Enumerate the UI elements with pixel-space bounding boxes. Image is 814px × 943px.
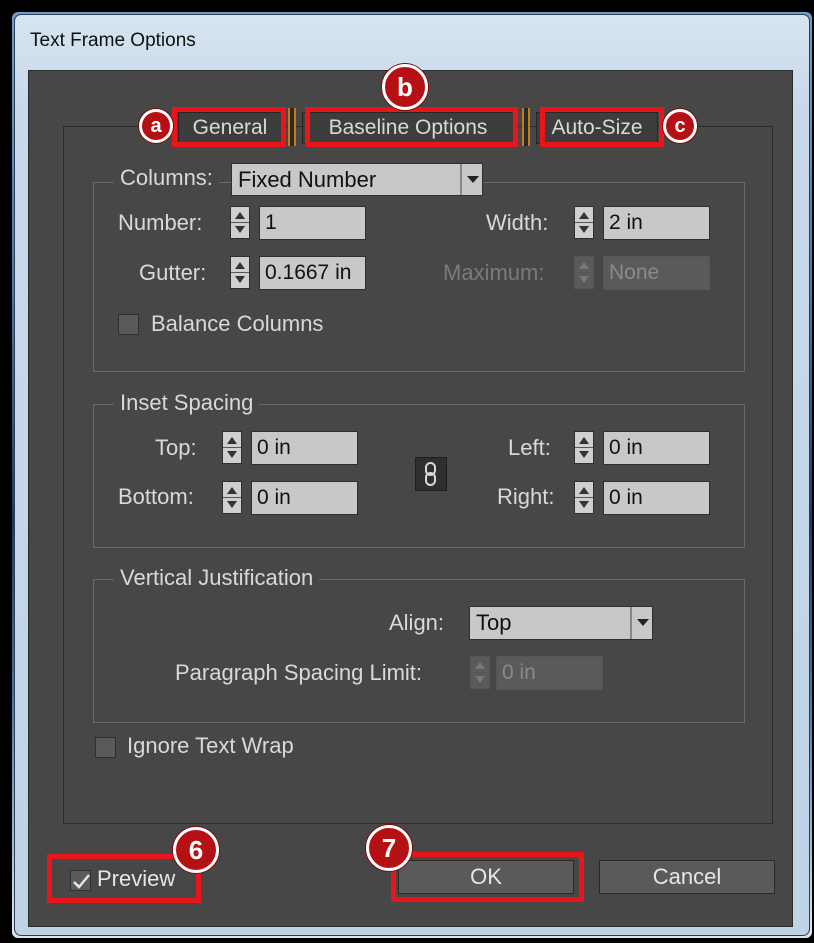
chain-link-icon[interactable] — [415, 457, 447, 491]
cancel-button[interactable]: Cancel — [599, 860, 775, 894]
inset-bottom-stepper[interactable] — [222, 481, 242, 514]
window-title: Text Frame Options — [30, 30, 196, 51]
inset-top-field[interactable]: 0 in — [251, 431, 358, 465]
gutter-stepper[interactable] — [230, 256, 250, 289]
width-label: Width: — [486, 210, 549, 235]
preview-label: Preview — [97, 866, 176, 891]
inset-right-stepper[interactable] — [574, 481, 594, 514]
badge-6: 6 — [173, 827, 219, 873]
maximum-field: None — [603, 256, 710, 290]
width-field[interactable]: 2 in — [603, 206, 710, 240]
tab-general[interactable]: General — [178, 112, 282, 144]
vertical-justification-group — [93, 579, 745, 723]
balance-columns-label: Balance Columns — [151, 311, 324, 336]
inset-bottom-label: Bottom: — [118, 484, 194, 509]
ignore-text-wrap-label: Ignore Text Wrap — [127, 733, 294, 758]
paragraph-spacing-stepper — [470, 656, 490, 689]
chevron-down-icon — [460, 164, 482, 195]
columns-type-value: Fixed Number — [238, 167, 377, 192]
align-value: Top — [476, 610, 512, 635]
preview-checkbox[interactable] — [70, 870, 91, 891]
paragraph-spacing-field: 0 in — [496, 656, 603, 690]
maximum-stepper — [574, 256, 594, 289]
number-label: Number: — [118, 210, 203, 235]
ok-button[interactable]: OK — [398, 860, 574, 894]
inset-left-field[interactable]: 0 in — [603, 431, 710, 465]
width-stepper[interactable] — [574, 206, 594, 239]
tab-separator — [522, 108, 530, 146]
tab-separator — [288, 108, 296, 146]
align-dropdown[interactable]: Top — [469, 606, 653, 640]
inset-left-label: Left: — [508, 435, 551, 460]
badge-7: 7 — [366, 825, 412, 871]
chain-link-icon-svg — [425, 462, 436, 486]
badge-a: a — [139, 109, 173, 143]
checkmark-icon — [73, 874, 90, 889]
chevron-down-icon — [630, 607, 652, 639]
number-stepper[interactable] — [230, 206, 250, 239]
number-field[interactable]: 1 — [259, 206, 366, 240]
badge-c: c — [663, 109, 697, 143]
inset-right-label: Right: — [497, 484, 555, 509]
maximum-label: Maximum: — [443, 260, 545, 285]
gutter-field[interactable]: 0.1667 in — [259, 256, 366, 290]
vertical-justification-legend: Vertical Justification — [114, 565, 320, 591]
balance-columns-checkbox[interactable] — [118, 314, 139, 335]
ignore-text-wrap-checkbox[interactable] — [95, 737, 116, 758]
tab-baseline-options[interactable]: Baseline Options — [302, 112, 514, 144]
columns-type-dropdown[interactable]: Fixed Number — [231, 163, 483, 196]
paragraph-spacing-limit-label: Paragraph Spacing Limit: — [175, 660, 423, 685]
badge-b: b — [382, 64, 428, 110]
inset-bottom-field[interactable]: 0 in — [251, 481, 358, 515]
tab-auto-size[interactable]: Auto-Size — [536, 112, 658, 144]
inset-left-stepper[interactable] — [574, 431, 594, 464]
gutter-label: Gutter: — [139, 260, 207, 285]
inset-top-stepper[interactable] — [222, 431, 242, 464]
inset-top-label: Top: — [155, 435, 197, 460]
inset-spacing-legend: Inset Spacing — [114, 390, 260, 416]
columns-legend: Columns: — [114, 165, 219, 191]
inset-right-field[interactable]: 0 in — [603, 481, 710, 515]
align-label: Align: — [389, 610, 445, 635]
